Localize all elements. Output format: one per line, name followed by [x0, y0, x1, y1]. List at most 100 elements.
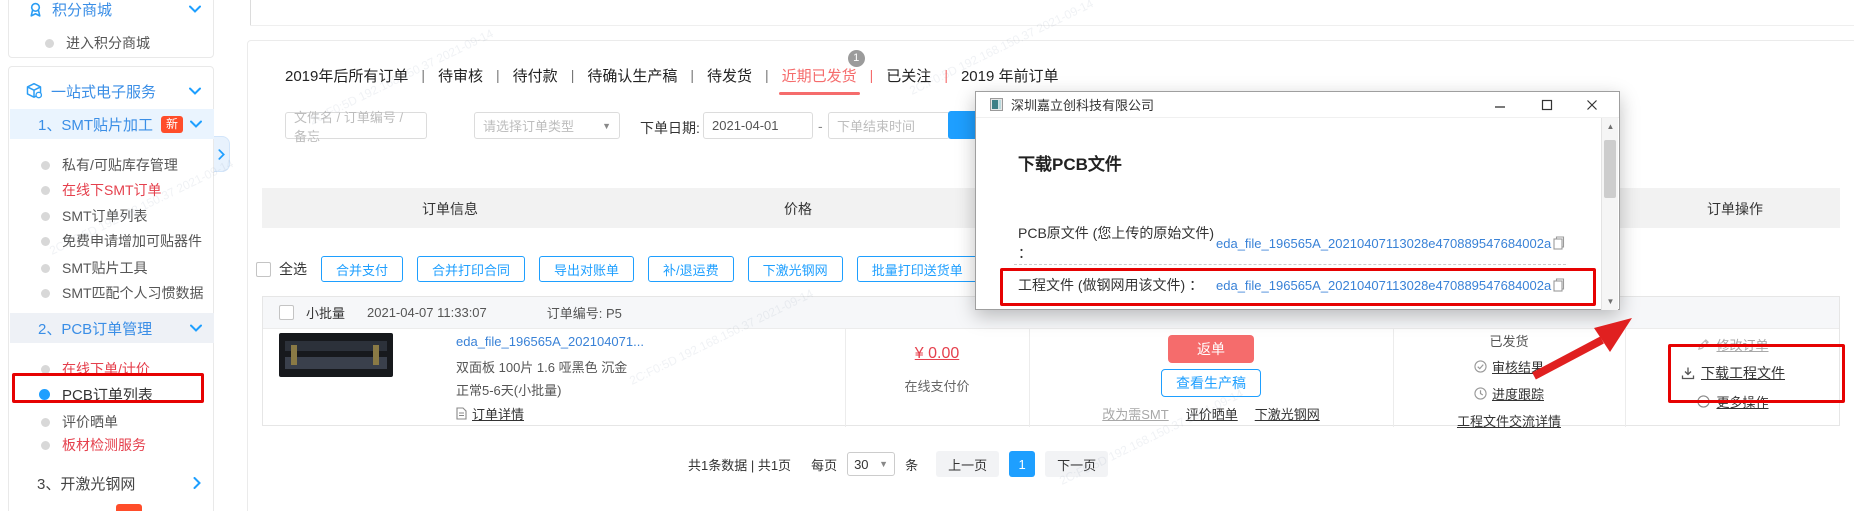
order-tabs: 2019年后所有订单 | 待审核 | 待付款 | 待确认生产稿 | 待发货 | … — [285, 62, 1059, 88]
reorder-button[interactable]: 返单 — [1168, 335, 1254, 363]
sidebar-section-stencil[interactable]: 3、开激光钢网 — [9, 471, 213, 495]
modal-scrollbar[interactable]: ▲ ▼ — [1601, 118, 1618, 310]
merge-print-contract-button[interactable]: 合并打印合同 — [417, 256, 525, 282]
chevron-down-icon[interactable] — [189, 5, 201, 13]
order-type-placeholder: 请选择订单类型 — [483, 116, 574, 135]
current-page-button[interactable]: 1 — [1009, 451, 1035, 477]
check-circle-icon — [1474, 360, 1487, 373]
pcb-original-file-link[interactable]: eda_file_196565A_20210407113028e47088954… — [1216, 236, 1551, 251]
sidebar-section-pcb[interactable]: 2、PCB订单管理 — [10, 313, 214, 343]
copy-icon[interactable] — [1553, 278, 1565, 292]
tab-recently-shipped[interactable]: 近期已发货 1 — [782, 65, 857, 86]
tab-separator: | — [765, 67, 769, 83]
chevron-right-icon[interactable] — [193, 477, 201, 489]
order-stencil-button[interactable]: 下激光钢网 — [748, 256, 843, 282]
sidebar-section-smt[interactable]: 1、SMT贴片加工 新 — [10, 109, 214, 139]
sidebar-item-enter-points-mall[interactable]: 进入积分商城 — [9, 31, 213, 55]
sidebar-collapse-handle[interactable] — [214, 136, 230, 172]
batch-print-delivery-button[interactable]: 批量打印送货单 — [857, 256, 978, 282]
download-engineering-file-link[interactable]: 下载工程文件 — [1701, 363, 1785, 383]
order-type: 小批量 — [306, 303, 345, 322]
pencil-icon — [1697, 338, 1710, 351]
sidebar-item-one-stop[interactable]: 一站式电子服务 — [9, 79, 213, 103]
tab-pending-shipment[interactable]: 待发货 — [707, 65, 752, 86]
active-tab-underline — [779, 92, 860, 95]
sidebar-item-smt-habit[interactable]: SMT匹配个人习惯数据 — [9, 281, 213, 305]
next-page-button[interactable]: 下一页 — [1045, 451, 1108, 477]
scrollbar-thumb[interactable] — [1604, 140, 1616, 198]
dot-icon — [41, 289, 50, 298]
per-page-select[interactable]: 30 ▼ — [847, 452, 895, 476]
close-icon[interactable] — [1584, 97, 1600, 113]
date-separator: - — [818, 118, 823, 134]
tab-pending-review[interactable]: 待审核 — [438, 65, 483, 86]
tab-separator: | — [690, 67, 694, 83]
sidebar-item-smt-order-list[interactable]: SMT订单列表 — [9, 204, 213, 228]
sidebar-item-label: 积分商城 — [52, 0, 112, 20]
order-specs: 双面板 100片 1.6 哑黑色 沉金 — [456, 357, 756, 376]
new-badge — [116, 504, 142, 511]
more-actions-link[interactable]: 更多操作 — [1716, 392, 1768, 411]
order-type-select[interactable]: 请选择订单类型 ▼ — [474, 112, 620, 139]
prev-page-button[interactable]: 上一页 — [936, 451, 999, 477]
date-from-input[interactable]: 2021-04-01 — [703, 112, 813, 139]
sidebar-item-smt-order[interactable]: 在线下SMT订单 — [9, 178, 213, 202]
select-all-checkbox[interactable] — [256, 262, 271, 277]
review-link[interactable]: 评价晒单 — [1186, 404, 1238, 423]
minimize-icon[interactable] — [1492, 97, 1508, 113]
sidebar-item-points-mall[interactable]: 积分商城 — [9, 0, 213, 21]
sidebar-item-label: SMT订单列表 — [62, 206, 148, 226]
dot-icon — [41, 212, 50, 221]
medal-icon — [27, 1, 44, 18]
sidebar-item-board-test[interactable]: 板材检测服务 — [9, 433, 213, 457]
chevron-down-icon[interactable] — [190, 120, 202, 128]
column-header-order-info: 订单信息 — [380, 199, 520, 219]
dot-icon — [41, 365, 50, 374]
dot-icon — [39, 389, 50, 400]
merge-pay-button[interactable]: 合并支付 — [321, 256, 403, 282]
sidebar: 积分商城 进入积分商城 一站式电子服务 — [0, 0, 230, 511]
divider — [250, 0, 251, 25]
date-to-input[interactable]: 下单结束时间 — [828, 112, 950, 139]
search-input[interactable]: 文件名 / 订单编号 / 备忘 — [285, 112, 427, 139]
sidebar-item-free-parts[interactable]: 免费申请增加可贴器件 — [9, 229, 213, 253]
per-page-value: 30 — [854, 457, 868, 472]
stencil-link[interactable]: 下激光钢网 — [1255, 404, 1320, 423]
order-detail-link[interactable]: 订单详情 — [472, 404, 524, 423]
per-page-unit: 条 — [905, 455, 918, 474]
engineering-file-label: 工程文件 (做钢网用该文件) ： — [1018, 275, 1216, 295]
export-statement-button[interactable]: 导出对账单 — [539, 256, 634, 282]
order-checkbox[interactable] — [279, 305, 294, 320]
tab-pending-payment[interactable]: 待付款 — [513, 65, 558, 86]
modal-titlebar: 深圳嘉立创科技有限公司 — [976, 92, 1619, 118]
sidebar-item-pcb-quote[interactable]: 在线下单/计价 — [9, 357, 213, 381]
view-draft-button[interactable]: 查看生产稿 — [1161, 369, 1261, 397]
modify-order-link[interactable]: 修改订单 — [1716, 335, 1768, 354]
sidebar-section-label: 1、SMT贴片加工 — [38, 114, 153, 135]
order-file-link[interactable]: eda_file_196565A_202104071... — [456, 334, 644, 349]
sidebar-item-pcb-order-list[interactable]: PCB订单列表 — [9, 382, 213, 406]
sidebar-item-review[interactable]: 评价晒单 — [9, 410, 213, 434]
chevron-down-icon[interactable] — [189, 87, 201, 95]
order-price[interactable]: ¥ 0.00 — [915, 345, 959, 362]
scroll-down-icon[interactable]: ▼ — [1602, 293, 1619, 310]
scroll-up-icon[interactable]: ▲ — [1602, 118, 1619, 135]
tab-followed[interactable]: 已关注 — [886, 65, 931, 86]
engineering-file-chat-link[interactable]: 工程文件交流详情 — [1457, 414, 1561, 429]
pcb-thumbnail[interactable] — [279, 333, 393, 377]
tab-pending-draft-confirm[interactable]: 待确认生产稿 — [587, 65, 677, 86]
sidebar-item-smt-tools[interactable]: SMT贴片工具 — [9, 256, 213, 280]
chevron-down-icon[interactable] — [190, 324, 202, 332]
progress-tracking-link[interactable]: 进度跟踪 — [1492, 384, 1544, 403]
tab-all-orders[interactable]: 2019年后所有订单 — [285, 65, 408, 86]
copy-icon[interactable] — [1553, 236, 1565, 250]
switch-to-smt-link[interactable]: 改为需SMT — [1102, 404, 1168, 423]
sidebar-item-label: 板材检测服务 — [62, 435, 146, 455]
tab-pre-2019-orders[interactable]: 2019 年前订单 — [961, 65, 1059, 86]
engineering-file-link[interactable]: eda_file_196565A_20210407113028e47088954… — [1216, 278, 1551, 293]
refund-freight-button[interactable]: 补/退运费 — [648, 256, 734, 282]
sidebar-item-stock-mgmt[interactable]: 私有/可贴库存管理 — [9, 153, 213, 177]
column-header-operations: 订单操作 — [1655, 199, 1815, 219]
maximize-icon[interactable] — [1539, 97, 1555, 113]
dot-icon — [45, 39, 54, 48]
